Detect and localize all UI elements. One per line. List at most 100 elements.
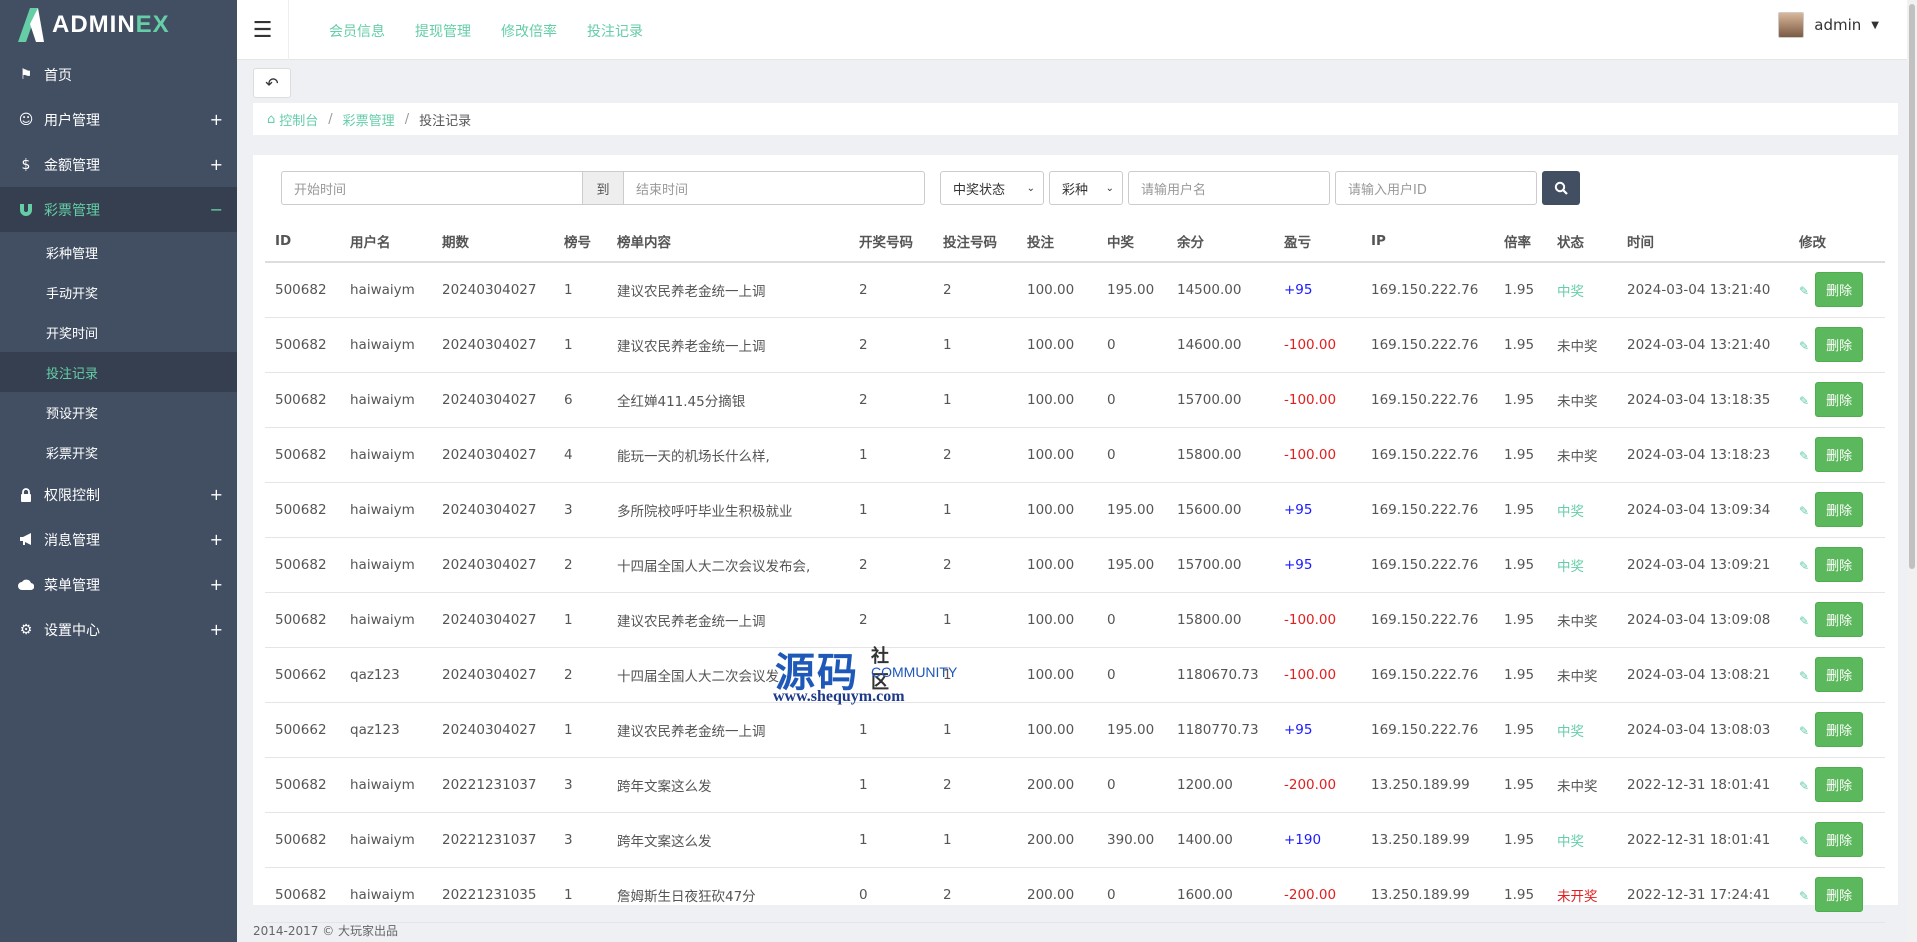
submenu-item-lottery-types[interactable]: 彩种管理 [0,232,237,272]
lottery-submenu: 彩种管理 手动开奖 开奖时间 投注记录 预设开奖 彩票开奖 [0,232,237,472]
edit-icon[interactable]: ✎ [1799,449,1809,463]
end-time-input[interactable]: 结束时间 [623,171,925,205]
nav-messages[interactable]: 消息管理 + [0,517,237,562]
edit-icon[interactable]: ✎ [1799,394,1809,408]
top-link-bet-records[interactable]: 投注记录 [587,21,643,41]
cell-period: 20240304027 [432,317,554,373]
cell-draw-number [849,647,933,703]
cell-rank: 2 [554,537,607,593]
cell-rank: 1 [554,262,607,318]
submenu-item-draw-time[interactable]: 开奖时间 [0,312,237,352]
cell-username: qaz123 [340,647,432,703]
submenu-item-manual-draw[interactable]: 手动开奖 [0,272,237,312]
delete-button[interactable]: 删除 [1815,877,1864,912]
edit-icon[interactable]: ✎ [1799,834,1809,848]
delete-button[interactable]: 删除 [1815,712,1864,747]
cell-profit-loss: -100.00 [1274,372,1361,428]
delete-button[interactable]: 删除 [1815,767,1864,802]
nav-settings[interactable]: ⚙ 设置中心 + [0,607,237,652]
cell-draw-number: 1 [849,427,933,483]
top-link-rate[interactable]: 修改倍率 [501,21,557,41]
cell-rank: 6 [554,372,607,428]
column-header: 榜号 [554,221,607,263]
cell-username: haiwaiym [340,537,432,593]
edit-icon[interactable]: ✎ [1799,614,1809,628]
edit-icon[interactable]: ✎ [1799,724,1809,738]
cell-id: 500682 [265,812,340,868]
cell-status: 未中奖 [1547,372,1617,428]
submenu-item-preset-draw[interactable]: 预设开奖 [0,392,237,432]
user-menu[interactable]: admin ▼ [1778,12,1879,38]
start-time-input[interactable]: 开始时间 [281,171,583,205]
top-link-withdraw[interactable]: 提现管理 [415,21,471,41]
logo[interactable]: ADMINEX [0,0,237,50]
submenu-item-bet-records[interactable]: 投注记录 [0,352,237,392]
breadcrumb-lottery[interactable]: 彩票管理 [343,110,395,129]
delete-button[interactable]: 删除 [1815,657,1864,692]
edit-icon[interactable]: ✎ [1799,284,1809,298]
column-header: IP [1361,221,1494,263]
cell-rate: 1.95 [1494,537,1547,593]
username-input[interactable]: 请输用户名 [1128,171,1330,205]
breadcrumb-home[interactable]: 控制台 [279,110,318,129]
cell-bet-number: 1 [933,317,1017,373]
delete-button[interactable]: 删除 [1815,602,1864,637]
cell-id: 500682 [265,262,340,318]
edit-icon[interactable]: ✎ [1799,669,1809,683]
cell-actions: ✎ 删除 [1789,592,1885,648]
cell-content: 建议农民养老金统一上调 [607,592,849,648]
cell-bet-amount: 200.00 [1017,867,1097,923]
edit-icon[interactable]: ✎ [1799,339,1809,353]
cell-win-amount: 195.00 [1097,702,1167,758]
submenu-item-lottery-draw[interactable]: 彩票开奖 [0,432,237,472]
delete-button[interactable]: 删除 [1815,437,1864,472]
cell-time: 2022-12-31 18:01:41 [1617,812,1789,868]
nav-menu-management[interactable]: 菜单管理 + [0,562,237,607]
search-icon [1554,181,1568,195]
nav-label: 消息管理 [44,532,100,549]
scrollbar-thumb[interactable] [1909,4,1915,569]
delete-button[interactable]: 删除 [1815,327,1864,362]
bet-records-table: ID 用户名 期数 榜号 榜单内容 开奖号码 投注号码 投注 中奖 余分 盈亏 IP 倍率 状态 时间 修改 … [265,221,1885,923]
cell-profit-loss: -100.00 [1274,427,1361,483]
breadcrumb: ⌂ 控制台 / 彩票管理 / 投注记录 [253,103,1898,135]
cell-ip: 169.150.222.76 [1361,592,1494,648]
cell-balance: 15700.00 [1167,372,1274,428]
nav-lottery-management[interactable]: 彩票管理 − [0,187,237,232]
scrollbar[interactable] [1907,0,1917,942]
top-link-member-info[interactable]: 会员信息 [329,21,385,41]
cell-balance: 15700.00 [1167,537,1274,593]
edit-icon[interactable]: ✎ [1799,559,1809,573]
cell-win-amount: 195.00 [1097,262,1167,318]
delete-button[interactable]: 删除 [1815,822,1864,857]
edit-icon[interactable]: ✎ [1799,779,1809,793]
nav-label: 彩票管理 [44,202,100,219]
cell-bet-amount: 100.00 [1017,702,1097,758]
cell-profit-loss: +95 [1274,702,1361,758]
column-header: 修改 [1789,221,1885,263]
nav-label: 权限控制 [44,487,100,504]
cell-time: 2024-03-04 13:08:03 [1617,702,1789,758]
nav-amount-management[interactable]: $ 金额管理 + [0,142,237,187]
cell-draw-number: 2 [849,592,933,648]
menu-toggle-button[interactable]: ☰ [237,0,289,60]
nav-permissions[interactable]: 权限控制 + [0,472,237,517]
delete-button[interactable]: 删除 [1815,492,1864,527]
nav-user-management[interactable]: ☺ 用户管理 + [0,97,237,142]
lottery-type-select[interactable]: 彩种 ⌄ [1049,171,1123,205]
nav-home[interactable]: ⚑ 首页 [0,52,237,97]
search-button[interactable] [1542,171,1580,205]
delete-button[interactable]: 删除 [1815,547,1864,582]
cell-balance: 15600.00 [1167,482,1274,538]
column-header: 状态 [1547,221,1617,263]
top-nav: 会员信息 提现管理 修改倍率 投注记录 [329,21,673,41]
back-button[interactable]: ↶ [253,68,291,98]
userid-input[interactable]: 请输入用户ID [1335,171,1537,205]
edit-icon[interactable]: ✎ [1799,889,1809,903]
delete-button[interactable]: 删除 [1815,382,1864,417]
cell-bet-number: 1 [933,482,1017,538]
delete-button[interactable]: 删除 [1815,272,1864,308]
edit-icon[interactable]: ✎ [1799,504,1809,518]
cell-win-amount: 195.00 [1097,537,1167,593]
win-status-select[interactable]: 中奖状态 ⌄ [940,171,1044,205]
